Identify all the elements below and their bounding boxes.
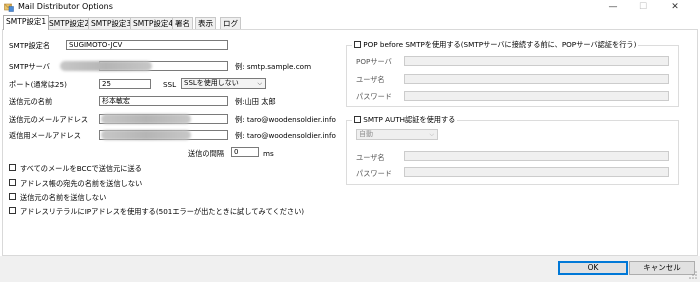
- smtp-name-label: SMTP設定名: [9, 41, 51, 50]
- auth-password-input[interactable]: [404, 167, 669, 177]
- ssl-select-value: SSLを使用しない: [184, 79, 239, 87]
- auth-user-label: ユーザ名: [356, 153, 385, 162]
- smtp-name-input[interactable]: SUGIMOTO-JCV: [66, 40, 228, 50]
- smtp-server-example: 例: smtp.sample.com: [235, 62, 312, 71]
- interval-label: 送信の間隔: [188, 149, 224, 158]
- bcc-to-sender-checkbox[interactable]: [9, 164, 16, 171]
- window-title: Mail Distributor Options: [18, 2, 113, 11]
- redacted-sender-email: [101, 114, 191, 124]
- ip-address-literal-checkbox[interactable]: [9, 207, 16, 214]
- ssl-label: SSL: [163, 80, 177, 89]
- pop-server-label: POPサーバ: [356, 57, 392, 66]
- maximize-button[interactable]: ☐: [628, 0, 658, 14]
- pop-password-input[interactable]: [404, 91, 669, 101]
- redacted-smtp-server: [60, 61, 152, 71]
- minimize-button[interactable]: —: [598, 0, 628, 14]
- ip-address-literal-label: アドレスリテラルにIPアドレスを使用する(501エラーが出たときに試してみてくだ…: [20, 207, 305, 216]
- pop-user-label: ユーザ名: [356, 75, 385, 84]
- close-button[interactable]: ✕: [660, 0, 690, 14]
- tab-strip: SMTP設定1 SMTP設定2 SMTP設定3 SMTP設定4 署名 表示 ログ: [0, 15, 700, 30]
- omit-sender-name-checkbox[interactable]: [9, 193, 16, 200]
- tab-signature[interactable]: 署名: [172, 17, 193, 29]
- return-email-label: 返信用メールアドレス: [9, 131, 81, 140]
- pop-user-input[interactable]: [404, 74, 669, 84]
- omit-sender-name-label: 送信元の名前を送信しない: [20, 193, 107, 202]
- chevron-down-icon: ⌵: [257, 80, 262, 87]
- auth-password-label: パスワード: [356, 169, 392, 178]
- tab-display[interactable]: 表示: [195, 17, 216, 29]
- cancel-button[interactable]: キャンセル: [629, 261, 695, 275]
- smtp-auth-checkbox[interactable]: [354, 116, 361, 123]
- pop-password-label: パスワード: [356, 92, 392, 101]
- pop-before-smtp-checkbox[interactable]: [354, 41, 361, 48]
- port-input[interactable]: 25: [99, 79, 151, 89]
- tab-log[interactable]: ログ: [220, 17, 241, 29]
- smtp-auth-legend: SMTP AUTH認証を使用する: [352, 115, 458, 125]
- tab-smtp-3[interactable]: SMTP設定3: [88, 17, 135, 29]
- smtp-server-label: SMTPサーバ: [9, 62, 50, 71]
- tab-smtp-1[interactable]: SMTP設定1: [3, 15, 50, 30]
- sender-email-label: 送信元のメールアドレス: [9, 115, 89, 124]
- resize-grip-icon[interactable]: [688, 270, 698, 280]
- port-label: ポート(通常は25): [9, 80, 67, 89]
- tab-smtp-2[interactable]: SMTP設定2: [46, 17, 93, 29]
- auth-user-input[interactable]: [404, 151, 669, 161]
- smtp-auth-label: SMTP AUTH認証を使用する: [363, 115, 456, 124]
- sender-name-example: 例:山田 太郎: [235, 97, 276, 106]
- pop-before-smtp-label: POP before SMTPを使用する(SMTPサーバに接続する前に、POPサ…: [363, 40, 637, 49]
- pop-before-smtp-legend: POP before SMTPを使用する(SMTPサーバに接続する前に、POPサ…: [352, 40, 639, 50]
- title-bar: Mail Distributor Options — ☐ ✕: [0, 0, 700, 14]
- omit-addressbook-name-checkbox[interactable]: [9, 179, 16, 186]
- sender-email-example: 例: taro@woodensoldier.info: [235, 115, 336, 124]
- auth-method-select[interactable]: 自動 ⌵: [356, 129, 438, 140]
- ok-button[interactable]: OK: [558, 261, 628, 275]
- bcc-to-sender-label: すべてのメールをBCCで送信元に送る: [20, 164, 142, 173]
- mail-app-icon: [4, 3, 14, 12]
- interval-input[interactable]: 0: [231, 147, 259, 157]
- sender-name-label: 送信元の名前: [9, 97, 53, 106]
- return-email-example: 例: taro@woodensoldier.info: [235, 131, 336, 140]
- redacted-return-email: [101, 130, 191, 140]
- tab-smtp-4[interactable]: SMTP設定4: [130, 17, 177, 29]
- sender-name-input[interactable]: 杉本敏宏: [99, 96, 228, 106]
- ssl-select[interactable]: SSLを使用しない ⌵: [181, 78, 266, 89]
- auth-method-value: 自動: [359, 130, 373, 138]
- pop-server-input[interactable]: [404, 56, 669, 66]
- interval-unit: ms: [263, 149, 274, 158]
- chevron-down-icon: ⌵: [429, 131, 434, 138]
- omit-addressbook-name-label: アドレス帳の宛先の名前を送信しない: [20, 179, 143, 188]
